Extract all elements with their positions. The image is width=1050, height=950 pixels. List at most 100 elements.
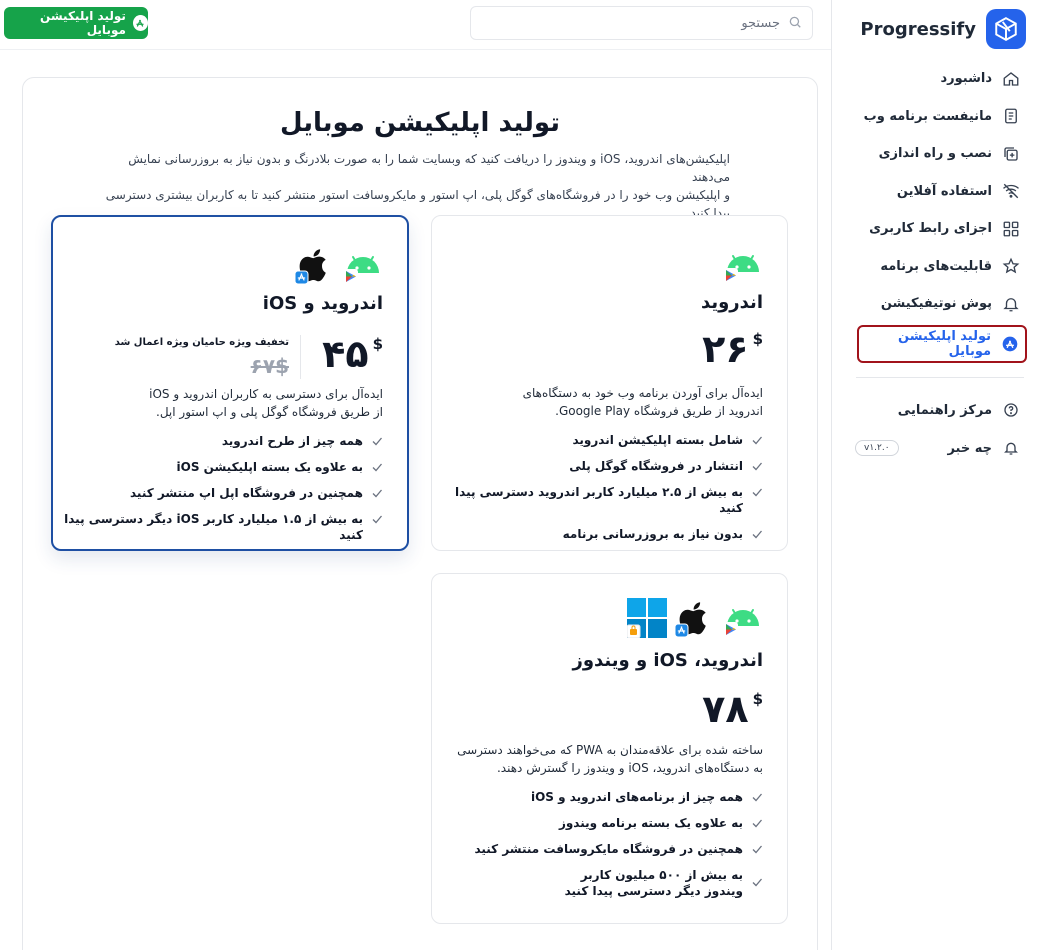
price-amount: ۴۵ — [322, 332, 369, 376]
intro-line: اپلیکیشن‌های اندروید، iOS و ویندوز را در… — [128, 152, 730, 184]
sidebar-item-dashboard[interactable]: داشبورد — [831, 60, 1050, 98]
sidebar-item-label: مانیفست برنامه وب — [863, 108, 992, 124]
list-item: انتشار در فروشگاه گوگل پلی — [432, 458, 763, 474]
app-store-icon — [1001, 335, 1018, 353]
feature-text: بدون نیاز به بروزرسانی برنامه — [562, 527, 743, 541]
feature-text: همه چیز از برنامه‌های اندروید و iOS — [530, 790, 743, 804]
search-placeholder: جستجو — [741, 15, 780, 31]
plan-title: اندروید — [700, 292, 763, 313]
sidebar: Progressify داشبورد مانیفست برنامه وب نص… — [831, 0, 1050, 950]
brand-logo[interactable]: Progressify — [860, 8, 1026, 50]
progressify-logo-icon — [986, 9, 1026, 49]
list-item: بدون نیاز به بروزرسانی برنامه — [432, 526, 763, 542]
plan-card-android: اندروید $ ۲۶ ایده‌آل برای آوردن برنامه و… — [431, 215, 788, 551]
check-icon — [752, 436, 762, 445]
android-logo-icon — [723, 244, 763, 284]
feature-text: به بیش از ۲.۵ میلیارد کاربر اندروید دستر… — [455, 485, 743, 515]
generate-mobile-app-button[interactable]: تولید اپلیکیشن موبایل — [4, 7, 148, 39]
sidebar-item-capabilities[interactable]: قابلیت‌های برنامه — [831, 248, 1050, 286]
sidebar-item-label: اجزای رابط کاربری — [869, 221, 992, 237]
feature-list: همه چیز از برنامه‌های اندروید و iOS به ع… — [474, 789, 763, 899]
search-input[interactable]: جستجو — [470, 6, 813, 40]
list-item: همه چیز از طرح اندروید — [53, 433, 383, 449]
sidebar-item-offline[interactable]: استفاده آفلاین — [831, 173, 1050, 211]
price-amount: ۲۶ — [702, 327, 749, 371]
sidebar-item-ui-components[interactable]: اجزای رابط کاربری — [831, 210, 1050, 248]
check-icon — [752, 462, 762, 471]
plan-description: ساخته شده برای علاقه‌مندان به PWA که می‌… — [457, 741, 763, 777]
sidebar-item-label: نصب و راه اندازی — [878, 146, 992, 162]
feature-text: به علاوه یک بسته برنامه ویندوز — [558, 816, 743, 830]
android-logo-icon — [343, 245, 383, 285]
sidebar-item-help[interactable]: مرکز راهنمایی — [831, 391, 1050, 429]
desc-line: ایده‌آل برای دسترسی به کاربران اندروید و… — [149, 387, 383, 401]
sidebar-item-label: استفاده آفلاین — [896, 183, 992, 199]
feature-text: همچنین در فروشگاه اپل اپ منتشر کنید — [129, 486, 363, 500]
plan-description: ایده‌آل برای دسترسی به کاربران اندروید و… — [149, 385, 383, 421]
windows-logo-icon — [626, 598, 667, 639]
check-icon — [372, 515, 382, 524]
sidebar-item-install[interactable]: نصب و راه اندازی — [831, 135, 1050, 173]
check-icon — [752, 530, 762, 539]
price-currency: $ — [372, 335, 383, 353]
price-amount: ۷۸ — [702, 687, 749, 731]
sidebar-item-label: تولید اپلیکیشن موبایل — [898, 328, 992, 359]
star-icon — [1002, 257, 1020, 275]
price-divider — [300, 335, 301, 379]
platform-logos — [723, 244, 763, 284]
sidebar-item-push[interactable]: پوش نوتیفیکیشن — [831, 285, 1050, 323]
cta-label: تولید اپلیکیشن موبایل — [40, 9, 126, 37]
plan-title: اندروید، iOS و ویندوز — [572, 650, 763, 671]
feature-text-line: به بیش از ۵۰۰ میلیون کاربر — [580, 868, 743, 882]
list-item: همچنین در فروشگاه مایکروسافت منتشر کنید — [474, 841, 763, 857]
sidebar-divider — [856, 377, 1024, 378]
list-item: همه چیز از برنامه‌های اندروید و iOS — [474, 789, 763, 805]
sidebar-secondary-nav: مرکز راهنمایی چه خبر v۱.۲.۰ — [831, 391, 1050, 467]
desc-line: ایده‌آل برای آوردن برنامه وب خود به دستگ… — [522, 386, 763, 400]
price-currency: $ — [752, 330, 763, 348]
feature-text: شامل بسته اپلیکیشن اندروید — [572, 433, 743, 447]
check-icon — [752, 819, 762, 828]
topbar: جستجو تولید اپلیکیشن موبایل — [0, 0, 831, 50]
feature-text: انتشار در فروشگاه گوگل پلی — [569, 459, 743, 473]
discount-note: تخفیف ویژه حامیان ویژه اعمال شد — [114, 337, 289, 348]
feature-text: به بیش از ۵۰۰ میلیون کاربر ویندوز دیگر دس… — [565, 867, 743, 899]
check-icon — [752, 793, 762, 802]
desc-line: از طریق فروشگاه گوگل پلی و اپ استور اپل. — [156, 405, 383, 419]
feature-text: همچنین در فروشگاه مایکروسافت منتشر کنید — [474, 842, 743, 856]
desc-line: به دستگاه‌های اندروید، iOS و ویندوز را گ… — [496, 761, 763, 775]
price-currency: $ — [752, 690, 763, 708]
list-item: شامل بسته اپلیکیشن اندروید — [432, 432, 763, 448]
feature-text: به بیش از ۱.۵ میلیارد کاربر iOS دیگر دست… — [64, 512, 363, 542]
plan-card-android-ios: اندروید و iOS $ ۴۵ تخفیف ویژه حامیان ویژ… — [51, 215, 409, 551]
old-price: ۶۷$ — [250, 354, 289, 378]
check-icon — [372, 463, 382, 472]
wifi-off-icon — [1002, 182, 1020, 200]
sidebar-item-label: پوش نوتیفیکیشن — [880, 296, 992, 312]
check-icon — [752, 878, 762, 887]
search-icon — [788, 14, 802, 33]
plan-price: $ ۷۸ — [702, 688, 763, 730]
brand-name: Progressify — [860, 18, 976, 40]
plan-card-all-platforms: اندروید، iOS و ویندوز $ ۷۸ ساخته شده برا… — [431, 573, 788, 924]
apple-logo-icon — [294, 245, 335, 285]
version-badge: v۱.۲.۰ — [855, 440, 899, 456]
desc-line: اندروید از طریق فروشگاه Google Play. — [555, 404, 763, 418]
platform-logos — [294, 245, 383, 285]
page-intro: اپلیکیشن‌های اندروید، iOS و ویندوز را در… — [90, 150, 730, 222]
sidebar-item-mobile-app[interactable]: تولید اپلیکیشن موبایل — [857, 324, 1027, 363]
platform-logos — [626, 598, 763, 639]
sidebar-nav: داشبورد مانیفست برنامه وب نصب و راه اندا… — [831, 60, 1050, 363]
list-item: به علاوه یک بسته اپلیکیشن iOS — [53, 459, 383, 475]
check-icon — [752, 488, 762, 497]
home-icon — [1002, 70, 1020, 88]
list-item: به علاوه یک بسته برنامه ویندوز — [474, 815, 763, 831]
help-icon — [1002, 401, 1020, 419]
desc-line: ساخته شده برای علاقه‌مندان به PWA که می‌… — [457, 743, 763, 757]
sidebar-item-manifest[interactable]: مانیفست برنامه وب — [831, 98, 1050, 136]
grid-icon — [1002, 220, 1020, 238]
sidebar-item-label: چه خبر — [947, 440, 992, 456]
sidebar-item-whats-new[interactable]: چه خبر v۱.۲.۰ — [831, 429, 1050, 467]
apple-logo-icon — [674, 598, 715, 638]
list-item: به بیش از ۲.۵ میلیارد کاربر اندروید دستر… — [432, 484, 763, 516]
